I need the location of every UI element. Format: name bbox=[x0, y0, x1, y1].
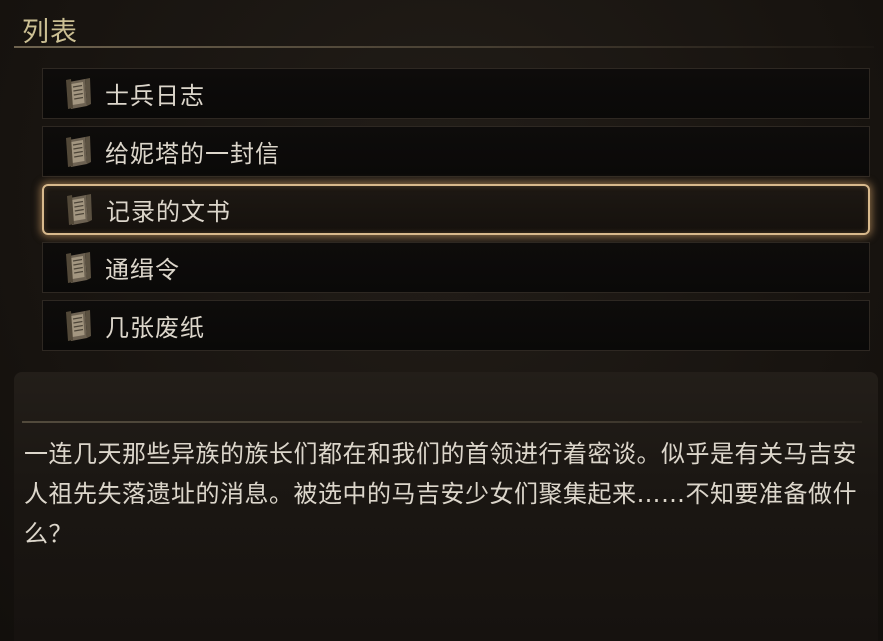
title-divider bbox=[14, 46, 874, 48]
list-item-3[interactable]: 通缉令 bbox=[42, 242, 870, 293]
list-item-1[interactable]: 给妮塔的一封信 bbox=[42, 126, 870, 177]
list-title: 列表 bbox=[22, 17, 78, 48]
list-item-label: 给妮塔的一封信 bbox=[105, 140, 280, 168]
list-item-4[interactable]: 几张废纸 bbox=[42, 300, 870, 351]
description-text: 一连几天那些异族的族长们都在和我们的首领进行着密谈。似乎是有关马吉安人祖先失落遗… bbox=[24, 440, 857, 548]
document-list: 士兵日志 给妮塔的一封信 记录的文书 通缉令 几张废纸 bbox=[42, 68, 870, 358]
document-viewer: 列表 士兵日志 给妮塔的一封信 记录的文书 通缉令 几张废纸 一连几天那些异族的… bbox=[0, 0, 883, 641]
description-divider bbox=[22, 421, 862, 423]
list-item-label: 记录的文书 bbox=[106, 198, 231, 226]
document-scroll-icon bbox=[66, 77, 91, 109]
list-item-label: 几张废纸 bbox=[105, 314, 205, 342]
list-item-0[interactable]: 士兵日志 bbox=[42, 68, 870, 119]
list-item-2-selected[interactable]: 记录的文书 bbox=[42, 184, 870, 235]
document-scroll-icon bbox=[66, 251, 91, 283]
document-scroll-icon bbox=[66, 309, 91, 341]
document-scroll-icon bbox=[67, 193, 92, 225]
list-item-label: 士兵日志 bbox=[105, 82, 205, 110]
list-item-label: 通缉令 bbox=[105, 256, 180, 284]
document-scroll-icon bbox=[66, 135, 91, 167]
